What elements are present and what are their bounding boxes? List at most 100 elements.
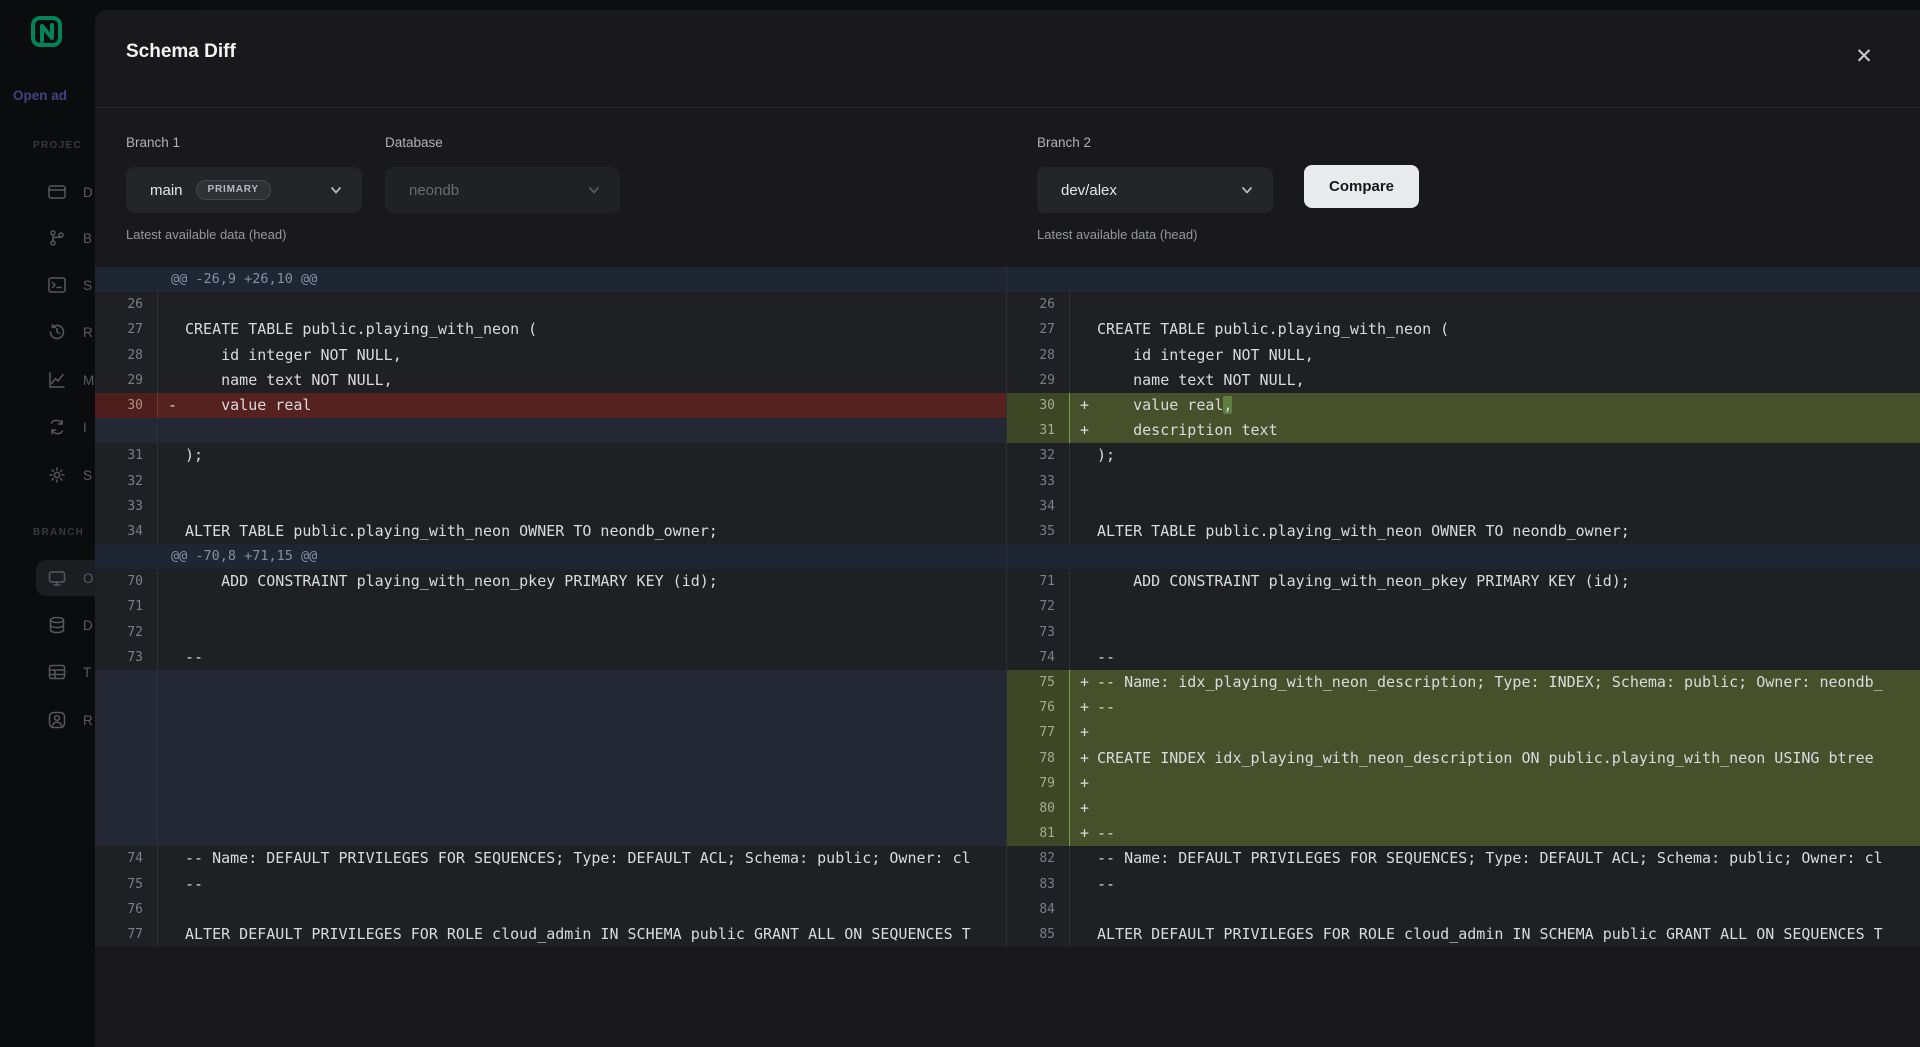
line-sign: [1070, 343, 1097, 368]
diff-code-row: 76+--: [1007, 695, 1920, 720]
line-code: --: [185, 872, 1006, 897]
sidebar-item-label: O: [83, 571, 94, 586]
sidebar-item-label: D: [83, 185, 93, 200]
dashboard-icon: [47, 182, 67, 202]
compare-button[interactable]: Compare: [1304, 165, 1419, 208]
line-sign: [158, 494, 185, 519]
line-number: 72: [1007, 594, 1070, 619]
hunk-header-text: @@ -70,8 +71,15 @@: [95, 544, 317, 569]
diff-code-row: 70 ADD CONSTRAINT playing_with_neon_pkey…: [95, 569, 1006, 594]
diff-spacer-row: [95, 670, 1006, 695]
diff-code-row: 71 ADD CONSTRAINT playing_with_neon_pkey…: [1007, 569, 1920, 594]
line-code: [185, 897, 1006, 922]
diff-code-row: 75+-- Name: idx_playing_with_neon_descri…: [1007, 670, 1920, 695]
branch1-select[interactable]: main PRIMARY: [126, 167, 362, 213]
hunk-header-row: @@ -70,8 +71,15 @@: [95, 544, 1006, 569]
sidebar-item-label: I: [83, 420, 87, 435]
line-number: 84: [1007, 897, 1070, 922]
line-number: 34: [1007, 494, 1070, 519]
sidebar-item-label: R: [83, 325, 93, 340]
chevron-down-icon: [586, 182, 602, 198]
diff-code-row: 28 id integer NOT NULL,: [95, 343, 1006, 368]
diff-code-row: 81+--: [1007, 821, 1920, 846]
branch2-select[interactable]: dev/alex: [1037, 167, 1273, 213]
line-code: [1097, 796, 1920, 821]
diff-code-row: 73: [1007, 620, 1920, 645]
diff-code-row: 78+CREATE INDEX idx_playing_with_neon_de…: [1007, 746, 1920, 771]
open-admin-link[interactable]: Open ad: [13, 88, 67, 103]
sidebar-item-label: M: [83, 373, 94, 388]
branch1-value: main: [150, 182, 183, 199]
diff-code-row: 77ALTER DEFAULT PRIVILEGES FOR ROLE clou…: [95, 922, 1006, 947]
line-code: value real: [185, 393, 1006, 418]
diff-code-row: 31);: [95, 443, 1006, 468]
line-number: 30: [95, 393, 158, 418]
hunk-header-row: @@ -26,9 +26,10 @@: [95, 267, 1006, 292]
line-sign: [1070, 897, 1097, 922]
line-number: 81: [1007, 821, 1070, 846]
diff-spacer-row: [95, 821, 1006, 846]
diff-spacer-row: [95, 796, 1006, 821]
line-sign: [158, 469, 185, 494]
line-number: 74: [95, 846, 158, 871]
line-code: [1097, 771, 1920, 796]
diff-code-row: 30+ value real,: [1007, 393, 1920, 418]
line-code: --: [185, 645, 1006, 670]
hunk-header-row: [1007, 267, 1920, 292]
settings-icon: [47, 465, 67, 485]
diff-scroll-area[interactable]: @@ -26,9 +26,10 @@2627CREATE TABLE publi…: [95, 267, 1920, 947]
line-sign: +: [1070, 418, 1097, 443]
line-code: value real,: [1097, 393, 1920, 418]
line-code: [1097, 594, 1920, 619]
line-number: 75: [95, 872, 158, 897]
line-code: );: [1097, 443, 1920, 468]
diff-code-row: 32);: [1007, 443, 1920, 468]
line-sign: [1070, 645, 1097, 670]
diff-spacer-row: [95, 720, 1006, 745]
diff-code-row: 26: [95, 292, 1006, 317]
line-code: [1097, 469, 1920, 494]
neon-logo[interactable]: [31, 16, 63, 50]
line-number: 76: [95, 897, 158, 922]
sidebar-item-label: B: [83, 231, 92, 246]
line-code: ADD CONSTRAINT playing_with_neon_pkey PR…: [185, 569, 1006, 594]
line-sign: [158, 569, 185, 594]
line-code: [1097, 720, 1920, 745]
line-number: 76: [1007, 695, 1070, 720]
diff-code-row: 83--: [1007, 872, 1920, 897]
diff-code-row: 29 name text NOT NULL,: [1007, 368, 1920, 393]
line-number: [95, 670, 158, 695]
branches-heading: BRANCH: [33, 527, 84, 538]
diff-pane-right: 2627CREATE TABLE public.playing_with_neo…: [1006, 267, 1920, 947]
line-number: [95, 771, 158, 796]
line-number: [95, 695, 158, 720]
schema-diff-modal: Schema Diff ✕ Branch 1 Database Branch 2…: [95, 10, 1920, 1047]
line-number: 26: [1007, 292, 1070, 317]
line-code: ALTER DEFAULT PRIVILEGES FOR ROLE cloud_…: [1097, 922, 1920, 947]
line-number: 82: [1007, 846, 1070, 871]
line-number: [95, 796, 158, 821]
diff-code-row: 73--: [95, 645, 1006, 670]
line-code: name text NOT NULL,: [185, 368, 1006, 393]
line-number: 29: [95, 368, 158, 393]
line-sign: [1070, 443, 1097, 468]
diff-code-row: 79+: [1007, 771, 1920, 796]
integrations-icon: [47, 417, 67, 437]
close-icon: ✕: [1855, 46, 1873, 67]
line-number: 79: [1007, 771, 1070, 796]
diff-code-row: 80+: [1007, 796, 1920, 821]
line-sign: +: [1070, 393, 1097, 418]
line-number: [95, 821, 158, 846]
restore-icon: [47, 322, 67, 342]
line-number: 74: [1007, 645, 1070, 670]
line-number: 77: [1007, 720, 1070, 745]
close-button[interactable]: ✕: [1848, 40, 1880, 72]
line-sign: [1070, 519, 1097, 544]
diff-code-row: 33: [1007, 469, 1920, 494]
sidebar-item-label: D: [83, 618, 93, 633]
diff-code-row: 28 id integer NOT NULL,: [1007, 343, 1920, 368]
line-sign: +: [1070, 796, 1097, 821]
line-code: ALTER DEFAULT PRIVILEGES FOR ROLE cloud_…: [185, 922, 1006, 947]
database-select[interactable]: neondb: [385, 167, 620, 213]
hunk-header-text: [1007, 544, 1083, 569]
